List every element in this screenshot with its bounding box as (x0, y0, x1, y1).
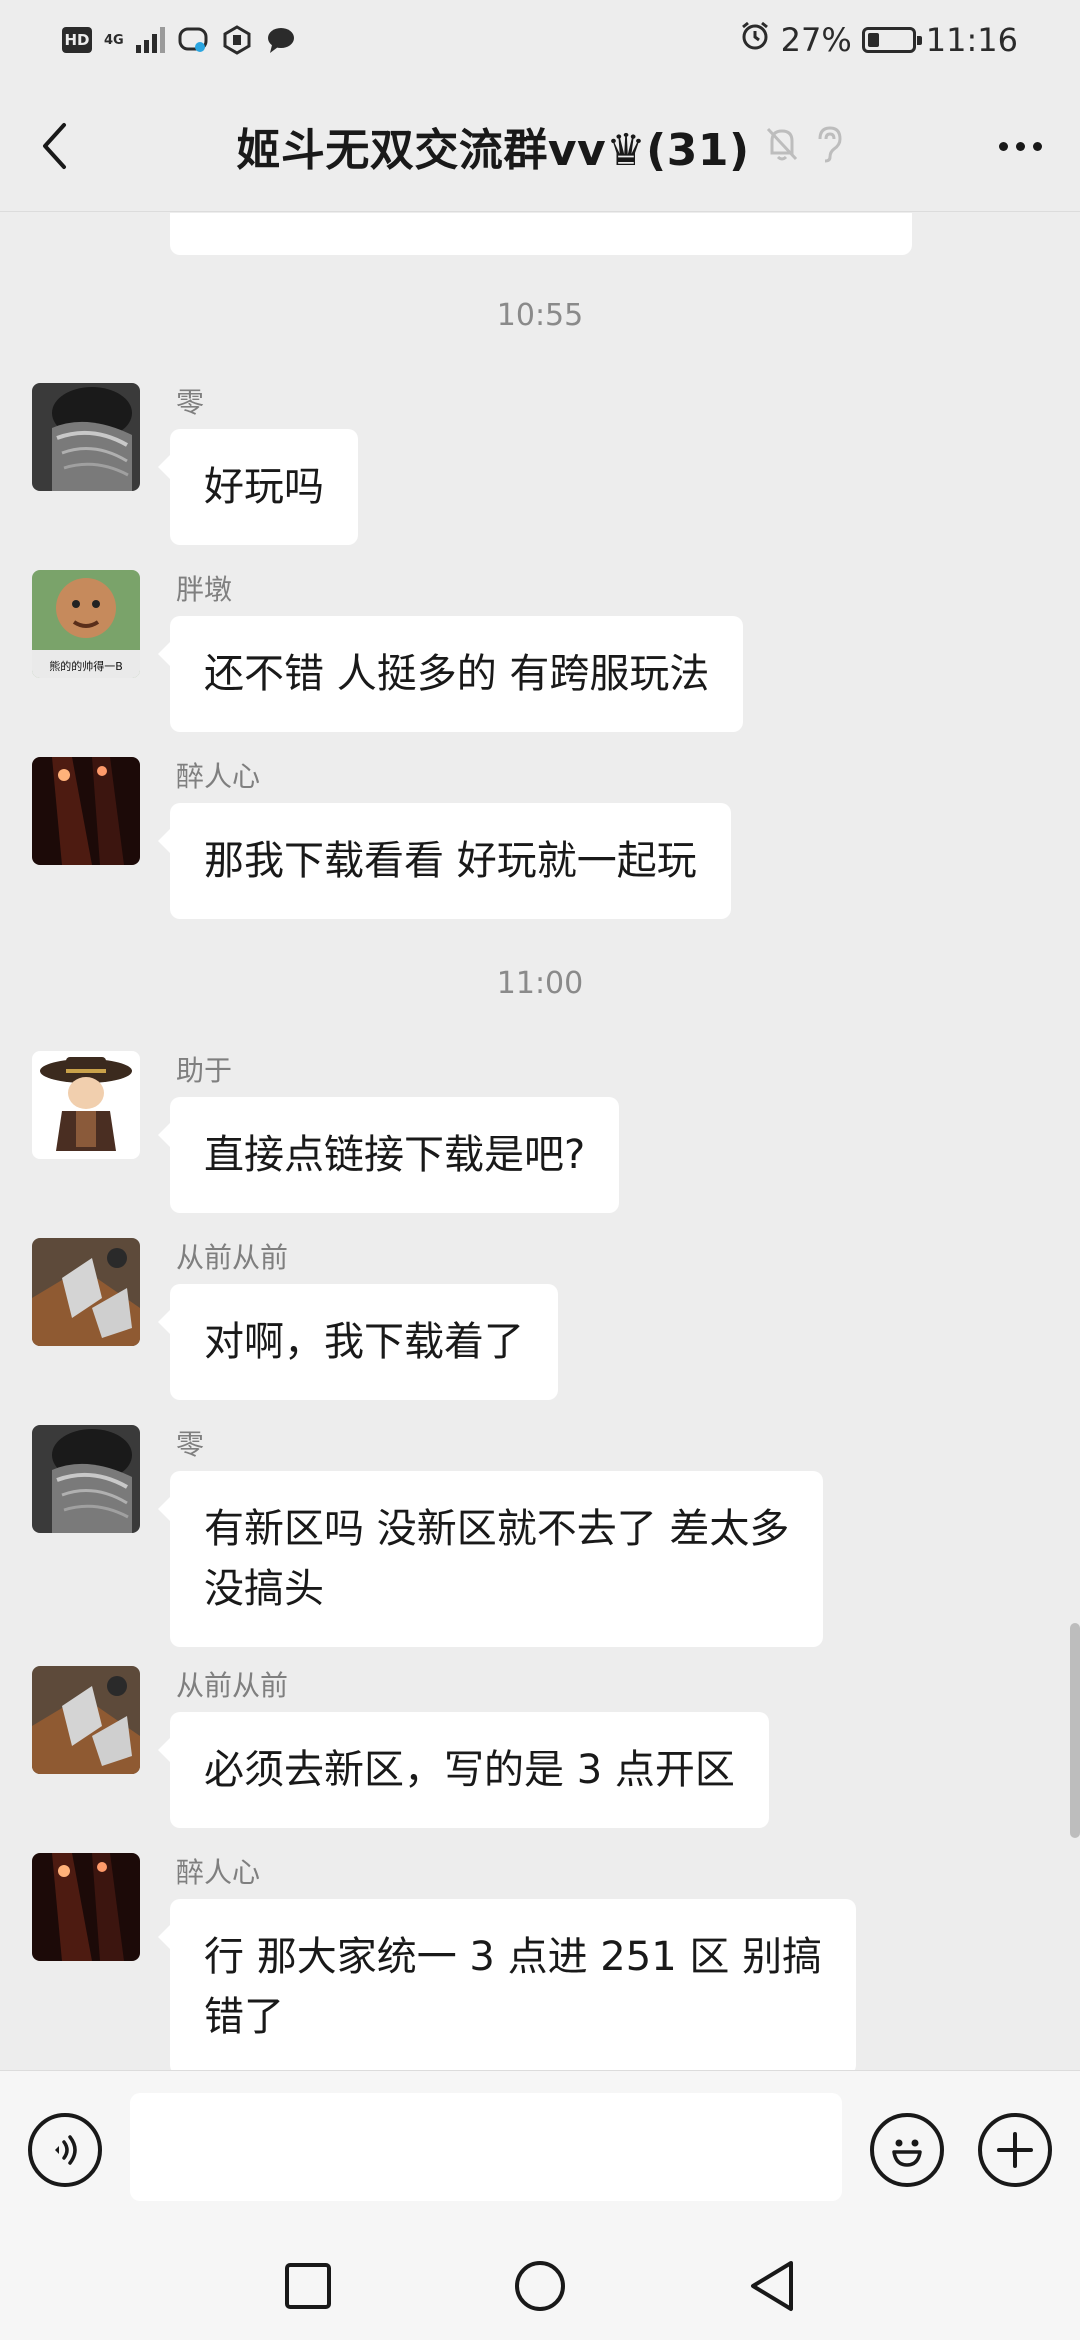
avatar-image (32, 1666, 140, 1774)
time-stamp: 10:55 (496, 298, 584, 333)
battery-level (867, 33, 880, 47)
hd-badge: HD (62, 27, 92, 53)
sender-name: 胖墩 (176, 573, 233, 606)
message-text: 没搞头 (204, 1566, 324, 1612)
partial-message-bubble (170, 213, 912, 255)
chat-app-notification-icon (177, 24, 209, 56)
avatar-image: 熊的的帅得一B (32, 570, 140, 678)
chat-input-bar (0, 2070, 1080, 2226)
home-circle-icon (515, 2261, 565, 2311)
chat-message-list[interactable]: 10:55 零 好玩吗 熊的的帅得一B 胖墩 还不错 人挺多的 有跨服玩法 醉人… (0, 213, 1080, 2070)
message-text: 错了 (204, 1994, 284, 2040)
nav-back-button[interactable] (742, 2256, 802, 2316)
more-dot (1032, 141, 1042, 151)
message-text: 行 那大家统一 3 点进 251 区 别搞 (204, 1934, 823, 1980)
title-wrap: 姬斗无双交流群vv♛(31) (0, 116, 1080, 176)
message-bubble[interactable]: 有新区吗 没新区就不去了 差太多 没搞头 (157, 1471, 824, 1647)
back-triangle-icon (751, 2261, 793, 2311)
recents-button[interactable] (278, 2256, 338, 2316)
avatar-image (32, 757, 140, 865)
message-text: 好玩吗 (204, 464, 324, 510)
message-text: 那我下载看看 好玩就一起玩 (204, 838, 697, 884)
avatar-image (32, 1425, 140, 1533)
network-label: 4G (104, 32, 124, 48)
signal-icon (135, 27, 165, 53)
message-bubble[interactable]: 那我下载看看 好玩就一起玩 (158, 803, 731, 919)
avatar-image (32, 383, 140, 491)
ear-icon (814, 125, 844, 167)
message-bubble[interactable]: 对啊，我下载着了 (158, 1284, 558, 1400)
avatar-image (32, 1051, 140, 1159)
voice-icon (55, 2135, 77, 2165)
sender-name: 零 (176, 386, 205, 419)
message-bubble[interactable]: 必须去新区，写的是 3 点开区 (158, 1712, 769, 1828)
message-bubble[interactable]: 还不错 人挺多的 有跨服玩法 (157, 616, 744, 732)
plus-icon (997, 2132, 1033, 2168)
chat-header: 姬斗无双交流群vv♛(31) (0, 80, 1080, 212)
message-text: 必须去新区，写的是 3 点开区 (204, 1747, 735, 1793)
more-dot (998, 141, 1008, 151)
avatar[interactable]: 熊的的帅得一B (32, 570, 140, 678)
message-text: 直接点链接下载是吧? (204, 1132, 586, 1178)
avatar[interactable] (32, 1853, 140, 1961)
sender-name: 零 (176, 1428, 205, 1461)
sender-name: 从前从前 (176, 1241, 289, 1274)
sender-name: 助于 (176, 1054, 233, 1087)
sender-name: 从前从前 (176, 1669, 289, 1702)
avatar[interactable] (32, 757, 140, 865)
avatar-image (32, 1238, 140, 1346)
plus-button[interactable] (978, 2113, 1052, 2187)
mute-bell-icon (764, 125, 800, 167)
voice-button[interactable] (28, 2113, 102, 2187)
network-type: 4G (104, 34, 124, 47)
time-stamp: 11:00 (496, 966, 584, 1001)
more-options-button[interactable] (990, 122, 1050, 170)
avatar-caption: 熊的的帅得一B (49, 659, 123, 673)
avatar[interactable] (32, 1666, 140, 1774)
recents-square-icon (285, 2263, 331, 2309)
status-bar: HD 4G 27% 11:16 (0, 0, 1080, 80)
avatar[interactable] (32, 1238, 140, 1346)
emoji-button[interactable] (870, 2113, 944, 2187)
avatar[interactable] (32, 1051, 140, 1159)
sender-name: 醉人心 (176, 1856, 261, 1889)
message-bubble-icon (265, 24, 297, 56)
scrollbar[interactable] (1070, 1623, 1080, 1838)
avatar[interactable] (32, 1425, 140, 1533)
message-text: 有新区吗 没新区就不去了 差太多 (204, 1506, 790, 1552)
avatar-image (32, 1853, 140, 1961)
avatar[interactable] (32, 383, 140, 491)
clock: 11:16 (925, 21, 1018, 59)
message-bubble[interactable]: 好玩吗 (158, 429, 358, 545)
page-title: 姬斗无双交流群vv♛(31) (236, 125, 750, 176)
status-right: 27% 11:16 (739, 20, 1018, 60)
battery-percent: 27% (780, 21, 852, 59)
message-bubble[interactable]: 直接点链接下载是吧? (157, 1097, 620, 1213)
more-dot (1015, 141, 1025, 151)
sender-name: 醉人心 (176, 760, 261, 793)
alarm-icon (739, 20, 771, 60)
shield-app-icon (221, 24, 253, 56)
home-button[interactable] (510, 2256, 570, 2316)
message-input[interactable] (130, 2093, 842, 2201)
system-navigation-bar (0, 2226, 1080, 2340)
message-bubble[interactable]: 行 那大家统一 3 点进 251 区 别搞 错了 (157, 1899, 857, 2070)
status-left: HD 4G (62, 22, 297, 58)
battery-icon (861, 27, 922, 53)
message-text: 还不错 人挺多的 有跨服玩法 (204, 651, 710, 697)
emoji-icon (892, 2139, 922, 2167)
message-text: 对啊，我下载着了 (204, 1319, 524, 1365)
